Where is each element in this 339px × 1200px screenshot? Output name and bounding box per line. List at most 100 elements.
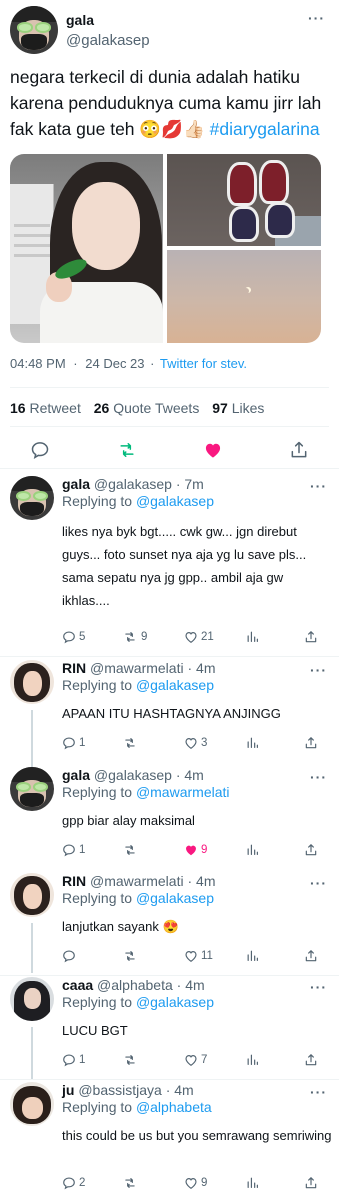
main-tweet-actions [0, 436, 339, 464]
reply-author-handle[interactable]: @alphabeta [97, 977, 173, 993]
replying-to-handle[interactable]: @galakasep [136, 890, 214, 906]
shoes-photo[interactable] [167, 154, 321, 246]
share-button[interactable] [304, 843, 318, 857]
reply-count: 1 [79, 844, 86, 856]
like-button[interactable]: 7 [184, 1053, 207, 1067]
more-icon[interactable]: ··· [310, 478, 327, 494]
analytics-button[interactable] [246, 949, 259, 962]
author-name[interactable]: gala [66, 12, 94, 28]
avatar[interactable] [10, 6, 58, 54]
reply-count: 2 [79, 1177, 86, 1189]
heart-icon [184, 736, 198, 750]
portrait-photo[interactable] [10, 154, 163, 343]
share-button[interactable] [304, 736, 318, 750]
avatar[interactable] [10, 767, 54, 811]
reply-tweet[interactable]: caaa @alphabeta · 4m ··· Replying to @gala… [0, 977, 339, 1077]
retweet-button[interactable]: 9 [122, 630, 147, 644]
avatar[interactable] [10, 476, 54, 520]
reply-tweet[interactable]: gala @galakasep · 7m ··· Replying to @gala… [0, 476, 339, 654]
sunset-moon-photo[interactable] [167, 250, 321, 343]
reply-button[interactable]: 5 [62, 630, 85, 644]
likes-count[interactable]: 97 [212, 400, 228, 416]
reply-tweet[interactable]: gala @galakasep · 4m ··· Replying to @mawa… [0, 767, 339, 867]
retweet-label[interactable]: Retweet [29, 400, 80, 416]
analytics-button[interactable] [246, 630, 259, 643]
like-button[interactable]: 9 [184, 843, 207, 857]
reply-author-name[interactable]: RIN [62, 660, 86, 676]
like-button[interactable]: 9 [184, 1176, 207, 1190]
heart-icon [184, 1176, 198, 1190]
reply-author-handle[interactable]: @bassistjaya [78, 1082, 161, 1098]
analytics-button[interactable] [246, 1053, 259, 1066]
author-handle[interactable]: @galakasep [66, 32, 150, 49]
reply-tweet[interactable]: RIN @mawarmelati · 4m ··· Replying to @gal… [0, 873, 339, 973]
more-icon[interactable]: ··· [310, 769, 327, 785]
likes-label[interactable]: Likes [232, 400, 265, 416]
avatar[interactable] [10, 977, 54, 1021]
replying-to-label: Replying to [62, 677, 133, 693]
reply-author-name[interactable]: gala [62, 476, 90, 492]
retweet-button[interactable] [122, 949, 141, 963]
reply-icon [62, 1176, 76, 1190]
like-button[interactable]: 21 [184, 630, 214, 644]
reply-actions: 29 [62, 1176, 330, 1192]
replying-to-handle[interactable]: @alphabeta [136, 1099, 212, 1115]
analytics-button[interactable] [246, 736, 259, 749]
reply-author-handle[interactable]: @galakasep [94, 476, 172, 492]
reply-author-name[interactable]: RIN [62, 873, 86, 889]
replying-to-handle[interactable]: @galakasep [136, 677, 214, 693]
avatar[interactable] [10, 660, 54, 704]
analytics-icon [246, 736, 259, 749]
more-icon[interactable]: ··· [310, 875, 327, 891]
replying-to-label: Replying to [62, 493, 133, 509]
share-button[interactable] [304, 1176, 318, 1190]
reply-author-handle[interactable]: @mawarmelati [90, 660, 184, 676]
like-button[interactable]: 3 [184, 736, 207, 750]
retweet-button[interactable] [122, 1053, 141, 1067]
heart-icon [184, 949, 198, 963]
reply-count: 1 [79, 1054, 86, 1066]
reply-actions: 5 9 21 [62, 630, 330, 646]
tweet-source[interactable]: Twitter for stev. [160, 356, 247, 371]
reply-tweet[interactable]: RIN @mawarmelati · 4m ··· Replying to @gal… [0, 660, 339, 760]
share-button[interactable] [304, 630, 318, 644]
reply-author-name[interactable]: gala [62, 767, 90, 783]
like-button[interactable]: 11 [184, 949, 213, 963]
reply-author-handle[interactable]: @galakasep [94, 767, 172, 783]
like-count: 21 [201, 631, 214, 643]
retweet-button[interactable] [122, 1176, 141, 1190]
heart-icon[interactable] [203, 440, 223, 460]
analytics-button[interactable] [246, 843, 259, 856]
share-button[interactable] [304, 949, 318, 963]
more-icon[interactable]: ··· [310, 979, 327, 995]
replying-to-handle[interactable]: @galakasep [136, 493, 214, 509]
retweet-button[interactable] [122, 736, 141, 750]
reply-author-name[interactable]: ju [62, 1082, 74, 1098]
more-icon[interactable]: ··· [310, 662, 327, 678]
replying-to-handle[interactable]: @mawarmelati [136, 784, 230, 800]
share-icon[interactable] [289, 440, 309, 460]
reply-author-handle[interactable]: @mawarmelati [90, 873, 184, 889]
avatar[interactable] [10, 1082, 54, 1126]
reply-button[interactable]: 1 [62, 736, 85, 750]
share-button[interactable] [304, 1053, 318, 1067]
reply-button[interactable] [62, 949, 79, 963]
avatar[interactable] [10, 873, 54, 917]
analytics-button[interactable] [246, 1176, 259, 1189]
retweet-button[interactable] [122, 843, 141, 857]
reply-author-name[interactable]: caaa [62, 977, 93, 993]
reply-tweet[interactable]: ju @bassistjaya · 4m ··· Replying to @alph… [0, 1082, 339, 1200]
more-icon[interactable]: ··· [310, 1084, 327, 1100]
retweet-count[interactable]: 16 [10, 400, 26, 416]
quote-count[interactable]: 26 [94, 400, 110, 416]
reply-button[interactable]: 1 [62, 843, 85, 857]
replying-to-handle[interactable]: @galakasep [136, 994, 214, 1010]
reply-text: this could be us but you semrawang semri… [62, 1128, 332, 1143]
reply-button[interactable]: 1 [62, 1053, 85, 1067]
quote-label[interactable]: Quote Tweets [113, 400, 199, 416]
reply-icon[interactable] [30, 440, 50, 460]
more-icon[interactable]: ··· [308, 10, 325, 26]
reply-button[interactable]: 2 [62, 1176, 85, 1190]
retweet-icon[interactable] [116, 440, 138, 460]
hashtag-link[interactable]: #diarygalarina [210, 119, 320, 139]
